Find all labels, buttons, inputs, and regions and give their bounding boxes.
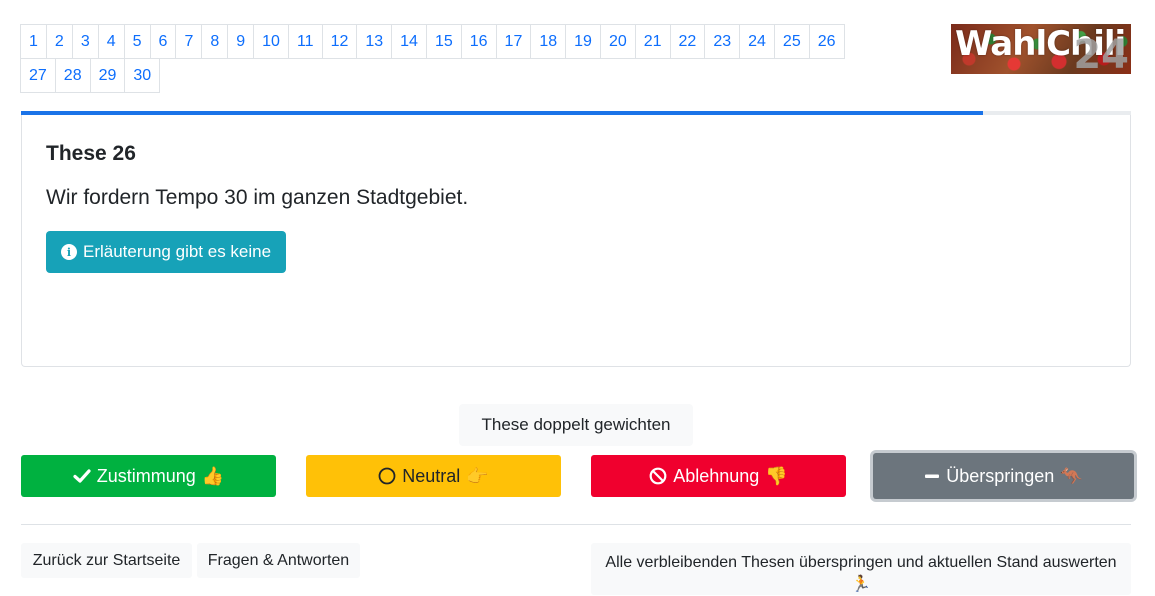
runner-icon: 🏃	[851, 576, 871, 593]
neutral-label: Neutral	[402, 465, 461, 486]
page-link-28[interactable]: 28	[54, 58, 91, 93]
thesis-pagination: 1 2 3 4 5 6 7 8 9 10 11 12 13 14 15 16 17 18 19 20 21 22 23 24 2…	[20, 24, 892, 93]
page-link-5[interactable]: 5	[123, 24, 151, 59]
page-link-20[interactable]: 20	[599, 24, 636, 59]
page-link-16[interactable]: 16	[460, 24, 497, 59]
page-link-8[interactable]: 8	[201, 24, 229, 59]
page-link-24[interactable]: 24	[739, 24, 775, 59]
page-link-19[interactable]: 19	[565, 24, 601, 59]
page-link-26[interactable]: 26	[808, 24, 845, 59]
page-link-21[interactable]: 21	[634, 24, 671, 59]
circle-icon	[378, 467, 396, 485]
pagination-row: 27 28 29 30	[20, 58, 892, 93]
page-link-13[interactable]: 13	[356, 24, 393, 59]
page-link-6[interactable]: 6	[149, 24, 177, 59]
page-link-10[interactable]: 10	[253, 24, 289, 59]
explanation-button[interactable]: i Erläuterung gibt es keine	[46, 231, 287, 273]
page-link-17[interactable]: 17	[495, 24, 532, 59]
page-link-7[interactable]: 7	[175, 24, 203, 59]
explanation-button-label: Erläuterung gibt es keine	[83, 242, 272, 261]
page-link-1[interactable]: 1	[20, 24, 47, 59]
thesis-text: Wir fordern Tempo 30 im ganzen Stadtgebi…	[46, 186, 469, 209]
info-circle-icon: i	[61, 244, 77, 260]
page-link-29[interactable]: 29	[89, 58, 126, 93]
page-link-15[interactable]: 15	[425, 24, 462, 59]
page-link-18[interactable]: 18	[530, 24, 567, 59]
thumbs-down-icon: 👎	[765, 465, 788, 486]
kangaroo-icon: 🦘	[1060, 465, 1083, 486]
check-icon	[73, 469, 91, 483]
page-link-12[interactable]: 12	[321, 24, 358, 59]
pointing-right-icon: 👉	[466, 465, 489, 486]
skip-button[interactable]: Überspringen 🦘	[873, 453, 1134, 499]
home-button[interactable]: Zurück zur Startseite	[21, 543, 192, 578]
pagination-row: 1 2 3 4 5 6 7 8 9 10 11 12 13 14 15 16 17 18 19 20 21 22 23 24 2…	[20, 24, 892, 59]
faq-button[interactable]: Fragen & Antworten	[197, 543, 360, 578]
thesis-card: These 26 Wir fordern Tempo 30 im ganzen …	[21, 115, 1131, 367]
divider	[21, 524, 1131, 525]
page-link-2[interactable]: 2	[45, 24, 73, 59]
page-link-23[interactable]: 23	[704, 24, 741, 59]
page-link-27[interactable]: 27	[20, 58, 56, 93]
page-link-11[interactable]: 11	[287, 24, 323, 59]
page-link-25[interactable]: 25	[773, 24, 810, 59]
skip-label: Überspringen	[946, 465, 1055, 486]
page-link-22[interactable]: 22	[669, 24, 706, 59]
skip-all-label: Alle verbleibenden Thesen überspringen u…	[605, 554, 1117, 571]
agree-button[interactable]: Zustimmung 👍	[21, 455, 276, 497]
neutral-button[interactable]: Neutral 👉	[306, 455, 561, 497]
disagree-button[interactable]: Ablehnung 👎	[591, 455, 846, 497]
page-link-30[interactable]: 30	[124, 58, 161, 93]
double-weight-button[interactable]: These doppelt gewichten	[459, 404, 693, 446]
page-link-3[interactable]: 3	[71, 24, 99, 59]
thesis-title: These 26	[46, 142, 136, 165]
ban-icon	[649, 467, 667, 485]
agree-label: Zustimmung	[96, 465, 196, 486]
wahlchili-logo[interactable]: WahlChili 24	[951, 24, 1131, 74]
skip-all-button[interactable]: Alle verbleibenden Thesen überspringen u…	[591, 543, 1131, 595]
page-link-14[interactable]: 14	[391, 24, 427, 59]
page-link-9[interactable]: 9	[227, 24, 255, 59]
thumbs-up-icon: 👍	[201, 465, 225, 486]
logo-number: 24	[1073, 32, 1129, 74]
page-link-4[interactable]: 4	[97, 24, 125, 59]
minus-icon	[925, 474, 940, 478]
disagree-label: Ablehnung	[673, 465, 760, 486]
